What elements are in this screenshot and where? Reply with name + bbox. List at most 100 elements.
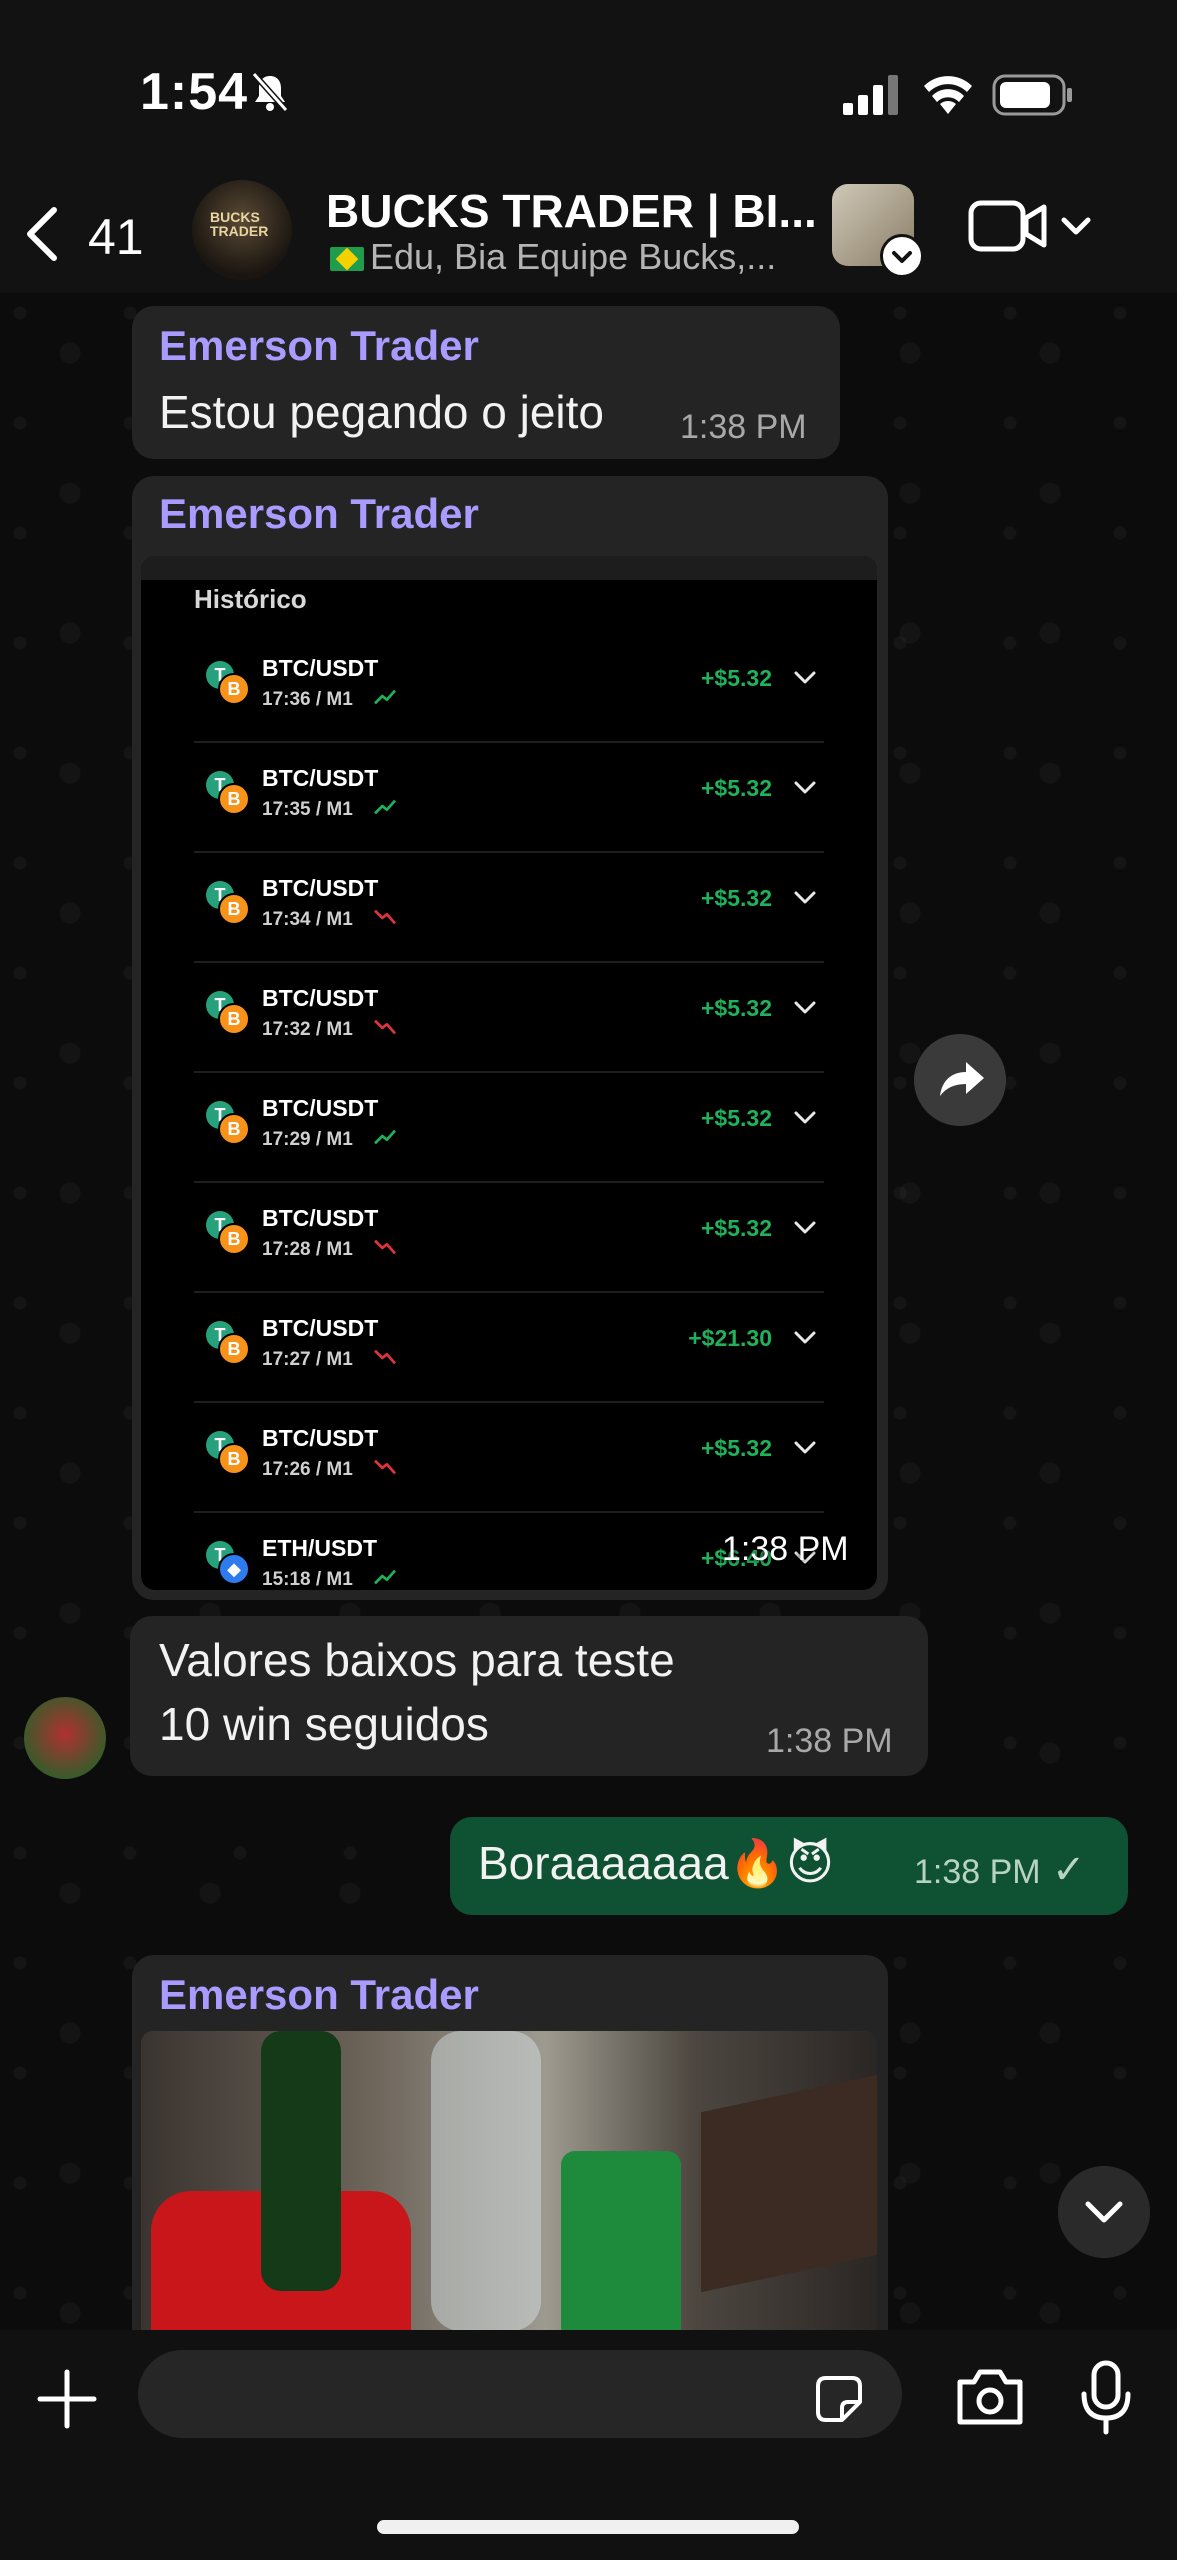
member-avatar[interactable] bbox=[24, 1697, 106, 1779]
sender-name: Emerson Trader bbox=[159, 1971, 479, 2018]
bell-off-icon bbox=[251, 72, 289, 112]
photo-bottle bbox=[261, 2031, 341, 2291]
photo-can bbox=[561, 2151, 681, 2331]
trade-row[interactable]: T B BTC/USDT 17:36 / M1 +$5.32 bbox=[194, 631, 824, 743]
scroll-down-icon[interactable] bbox=[1058, 2166, 1150, 2258]
trade-row[interactable]: T B BTC/USDT 17:28 / M1 +$5.32 bbox=[194, 1181, 824, 1293]
trend-down-icon bbox=[374, 1019, 397, 1035]
trade-pair: BTC/USDT bbox=[262, 875, 379, 901]
chevron-down-icon[interactable] bbox=[794, 1001, 816, 1015]
trend-up-icon bbox=[374, 689, 397, 705]
trend-up-icon bbox=[374, 1569, 397, 1585]
bitcoin-coin-icon: B bbox=[218, 673, 250, 705]
chevron-down-icon[interactable] bbox=[794, 1221, 816, 1235]
chevron-down-icon[interactable] bbox=[1060, 216, 1092, 238]
chevron-down-icon[interactable] bbox=[794, 671, 816, 685]
trade-row[interactable]: T B BTC/USDT 17:27 / M1 +$21.30 bbox=[194, 1291, 824, 1403]
trade-meta: 17:36 / M1 bbox=[262, 689, 353, 710]
trade-meta: 17:32 / M1 bbox=[262, 1019, 353, 1040]
chevron-down-icon[interactable] bbox=[794, 781, 816, 795]
trade-pair: BTC/USDT bbox=[262, 1095, 379, 1121]
trade-profit: +$5.32 bbox=[701, 885, 772, 911]
trade-row[interactable]: T B BTC/USDT 17:34 / M1 +$5.32 bbox=[194, 851, 824, 963]
trade-meta: 17:34 / M1 bbox=[262, 909, 353, 930]
video-call-icon[interactable] bbox=[968, 198, 1048, 254]
history-title: Histórico bbox=[194, 584, 307, 614]
chat-header: 41 BUCKS TRADER BUCKS TRADER | BI... Edu… bbox=[0, 180, 1177, 293]
trade-profit: +$5.32 bbox=[701, 995, 772, 1021]
message-text-line: 10 win seguidos bbox=[159, 1698, 489, 1750]
message-time: 1:38 PM bbox=[914, 1853, 1041, 1891]
trade-meta: 17:28 / M1 bbox=[262, 1239, 353, 1260]
trend-up-icon bbox=[374, 799, 397, 815]
trade-row[interactable]: T B BTC/USDT 17:29 / M1 +$5.32 bbox=[194, 1071, 824, 1183]
bitcoin-coin-icon: B bbox=[218, 1443, 250, 1475]
group-members[interactable]: Edu, Bia Equipe Bucks,... bbox=[330, 236, 776, 278]
trade-pair: BTC/USDT bbox=[262, 765, 379, 791]
brazil-flag-icon bbox=[330, 247, 364, 272]
trade-profit: +$5.32 bbox=[701, 665, 772, 691]
screenshot-top-bar bbox=[141, 556, 877, 580]
plus-icon[interactable] bbox=[36, 2368, 98, 2430]
group-avatar[interactable]: BUCKS TRADER bbox=[192, 180, 292, 280]
trade-meta: 17:27 / M1 bbox=[262, 1349, 353, 1370]
trade-pair: BTC/USDT bbox=[262, 1425, 379, 1451]
sender-name: Emerson Trader bbox=[159, 490, 479, 537]
photo-attachment[interactable] bbox=[141, 2031, 877, 2331]
trade-pair: BTC/USDT bbox=[262, 1205, 379, 1231]
bitcoin-coin-icon: B bbox=[218, 1113, 250, 1145]
group-avatar-logo: BUCKS TRADER bbox=[210, 209, 269, 239]
message-text-line: Valores baixos para teste bbox=[159, 1634, 675, 1686]
back-chevron-icon[interactable] bbox=[22, 204, 62, 264]
bitcoin-coin-icon: B bbox=[218, 1333, 250, 1365]
trade-meta: 15:18 / M1 bbox=[262, 1569, 353, 1590]
trade-profit: +$5.32 bbox=[701, 1435, 772, 1461]
signal-icon bbox=[843, 75, 898, 115]
trade-pair: BTC/USDT bbox=[262, 1315, 379, 1341]
group-name[interactable]: BUCKS TRADER | BI... bbox=[326, 184, 817, 238]
message-input[interactable] bbox=[138, 2350, 902, 2438]
trend-down-icon bbox=[374, 1239, 397, 1255]
trade-profit: +$5.32 bbox=[701, 1215, 772, 1241]
trade-meta: 17:35 / M1 bbox=[262, 799, 353, 820]
chevron-down-icon[interactable] bbox=[794, 1111, 816, 1125]
delivered-check-icon: ✓ bbox=[1052, 1848, 1086, 1892]
group-members-text: Edu, Bia Equipe Bucks,... bbox=[370, 236, 777, 277]
wifi-icon bbox=[924, 76, 972, 114]
forward-icon[interactable] bbox=[914, 1034, 1006, 1126]
message-bubble[interactable]: Valores baixos para teste 10 win seguido… bbox=[130, 1616, 928, 1776]
chevron-down-icon[interactable] bbox=[794, 891, 816, 905]
input-bar bbox=[0, 2330, 1177, 2560]
trade-pair: BTC/USDT bbox=[262, 655, 379, 681]
bitcoin-coin-icon: B bbox=[218, 893, 250, 925]
camera-icon[interactable] bbox=[954, 2366, 1026, 2428]
sticker-icon[interactable] bbox=[812, 2372, 866, 2426]
trend-down-icon bbox=[374, 1459, 397, 1475]
message-time: 1:38 PM bbox=[766, 1722, 893, 1760]
trade-meta: 17:29 / M1 bbox=[262, 1129, 353, 1150]
mic-icon[interactable] bbox=[1078, 2360, 1134, 2436]
status-check-icon bbox=[880, 234, 924, 278]
trade-history-screenshot[interactable]: Histórico T B BTC/USDT 17:36 / M1 +$5.32 T B BT… bbox=[141, 556, 877, 1590]
bitcoin-coin-icon: B bbox=[218, 783, 250, 815]
trade-profit: +$5.32 bbox=[701, 775, 772, 801]
message-text: Boraaaaaaa🔥😈 bbox=[478, 1837, 834, 1889]
home-indicator bbox=[377, 2520, 799, 2534]
message-bubble[interactable]: Emerson Trader Estou pegando o jeito 1:3… bbox=[132, 306, 840, 459]
sender-name: Emerson Trader bbox=[159, 322, 479, 369]
message-bubble-outgoing[interactable]: Boraaaaaaa🔥😈 1:38 PM ✓ bbox=[450, 1817, 1128, 1915]
chevron-down-icon[interactable] bbox=[794, 1441, 816, 1455]
trade-row[interactable]: T B BTC/USDT 17:32 / M1 +$5.32 bbox=[194, 961, 824, 1073]
chevron-down-icon[interactable] bbox=[794, 1331, 816, 1345]
ethereum-coin-icon: ◆ bbox=[218, 1553, 250, 1585]
trade-profit: +$21.30 bbox=[688, 1325, 772, 1351]
unread-count[interactable]: 41 bbox=[88, 208, 144, 266]
trend-up-icon bbox=[374, 1129, 397, 1145]
message-time: 1:38 PM bbox=[680, 408, 807, 446]
bitcoin-coin-icon: B bbox=[218, 1003, 250, 1035]
trade-pair: BTC/USDT bbox=[262, 985, 379, 1011]
trend-down-icon bbox=[374, 1349, 397, 1365]
trade-row[interactable]: T B BTC/USDT 17:35 / M1 +$5.32 bbox=[194, 741, 824, 853]
trade-row[interactable]: T B BTC/USDT 17:26 / M1 +$5.32 bbox=[194, 1401, 824, 1513]
message-text: Estou pegando o jeito bbox=[159, 386, 605, 438]
